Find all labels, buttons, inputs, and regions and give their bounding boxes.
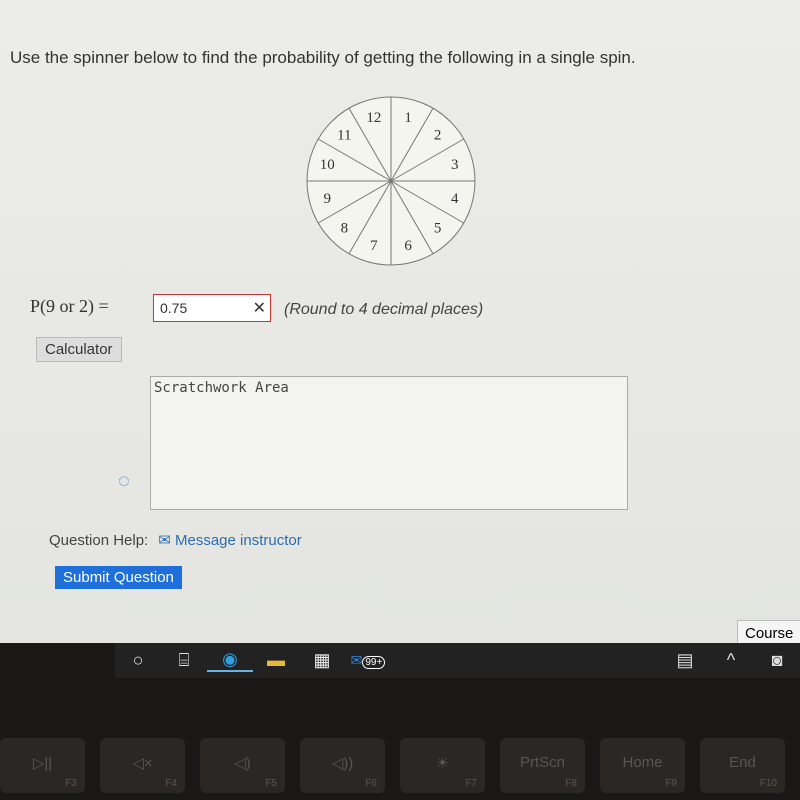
question-help: Question Help: ✉ Message instructor bbox=[49, 531, 302, 549]
key-label: ☀ bbox=[435, 755, 450, 772]
spinner-diagram: 12 1234567891011 bbox=[306, 96, 476, 266]
keyboard: ▷|| F3 ◁× F4 ◁) F5 ◁)) F6 ☀ F7 PrtScn F8 Home F9 End F1… bbox=[0, 738, 800, 793]
course-button[interactable]: Course bbox=[737, 620, 800, 645]
file-explorer-icon[interactable]: ▬ bbox=[253, 650, 299, 671]
question-text: Use the spinner below to find the probab… bbox=[10, 48, 636, 67]
incorrect-x-icon: ✕ bbox=[252, 300, 266, 317]
key-f7[interactable]: ☀ F7 bbox=[400, 738, 485, 793]
mail-icon: ✉ bbox=[158, 532, 175, 549]
key-fn-label: F7 bbox=[465, 778, 477, 789]
key-label: ◁× bbox=[132, 755, 153, 772]
key-fn-label: F10 bbox=[759, 778, 777, 789]
key-label: End bbox=[729, 754, 756, 771]
key-label: Home bbox=[622, 754, 663, 771]
help-label: Question Help: bbox=[49, 532, 149, 549]
key-fn-label: F4 bbox=[165, 778, 177, 789]
key-label: ▷|| bbox=[32, 755, 53, 772]
key-fn-label: F8 bbox=[565, 778, 577, 789]
store-icon[interactable]: ▦ bbox=[299, 650, 345, 671]
calculator-button[interactable]: Calculator bbox=[36, 337, 122, 362]
mail-badge: 99+ bbox=[362, 656, 386, 669]
key-f10[interactable]: End F10 bbox=[700, 738, 785, 793]
spinner-label: 5 bbox=[434, 221, 442, 237]
rounding-hint: (Round to 4 decimal places) bbox=[284, 301, 484, 318]
key-f6[interactable]: ◁)) F6 bbox=[300, 738, 385, 793]
key-label: ◁)) bbox=[331, 755, 354, 772]
key-f9[interactable]: Home F9 bbox=[600, 738, 685, 793]
busy-cursor-icon: ◌ bbox=[118, 470, 130, 492]
search-circle-icon[interactable]: ○ bbox=[115, 650, 161, 671]
key-f3[interactable]: ▷|| F3 bbox=[0, 738, 85, 793]
task-view-icon[interactable]: ⌸ bbox=[161, 650, 207, 671]
taskbar: ○ ⌸ ◉ ▬ ▦ ✉ 99+ ▤ ^ ◙ bbox=[115, 643, 800, 678]
key-f4[interactable]: ◁× F4 bbox=[100, 738, 185, 793]
spinner-label: 10 bbox=[320, 157, 335, 173]
spinner-label: 4 bbox=[451, 191, 459, 207]
message-instructor-label: Message instructor bbox=[174, 532, 302, 549]
submit-question-button[interactable]: Submit Question bbox=[55, 566, 182, 589]
spinner-label: 8 bbox=[341, 221, 349, 237]
chevron-up-icon[interactable]: ^ bbox=[708, 650, 754, 671]
meet-icon[interactable]: ◙ bbox=[754, 650, 800, 671]
key-label: PrtScn bbox=[519, 754, 565, 771]
spinner-label: 9 bbox=[323, 191, 331, 207]
spinner-label: 11 bbox=[337, 127, 351, 143]
spinner-label: 6 bbox=[404, 238, 412, 254]
key-fn-label: F6 bbox=[365, 778, 377, 789]
answer-value: 0.75 bbox=[160, 300, 188, 316]
answer-input[interactable]: 0.75 ✕ bbox=[153, 294, 271, 322]
scratchwork-textarea[interactable]: Scratchwork Area bbox=[150, 376, 628, 510]
spinner-label: 1 bbox=[404, 110, 412, 126]
message-instructor-link[interactable]: ✉ Message instructor bbox=[158, 532, 301, 549]
key-fn-label: F5 bbox=[265, 778, 277, 789]
key-fn-label: F3 bbox=[65, 778, 77, 789]
edge-icon[interactable]: ◉ bbox=[207, 649, 253, 672]
key-fn-label: F9 bbox=[665, 778, 677, 789]
spinner-label: 12 bbox=[366, 110, 381, 126]
news-icon[interactable]: ▤ bbox=[662, 650, 708, 671]
spinner-label: 7 bbox=[370, 238, 378, 254]
spinner-label: 3 bbox=[451, 157, 459, 173]
key-f5[interactable]: ◁) F5 bbox=[200, 738, 285, 793]
key-label: ◁) bbox=[234, 755, 251, 772]
spinner-label: 2 bbox=[434, 127, 442, 143]
key-f8[interactable]: PrtScn F8 bbox=[500, 738, 585, 793]
mail-icon[interactable]: ✉ 99+ bbox=[345, 652, 391, 669]
probability-expression: P(9 or 2) = bbox=[30, 296, 109, 316]
browser-page: Use the spinner below to find the probab… bbox=[0, 0, 800, 645]
